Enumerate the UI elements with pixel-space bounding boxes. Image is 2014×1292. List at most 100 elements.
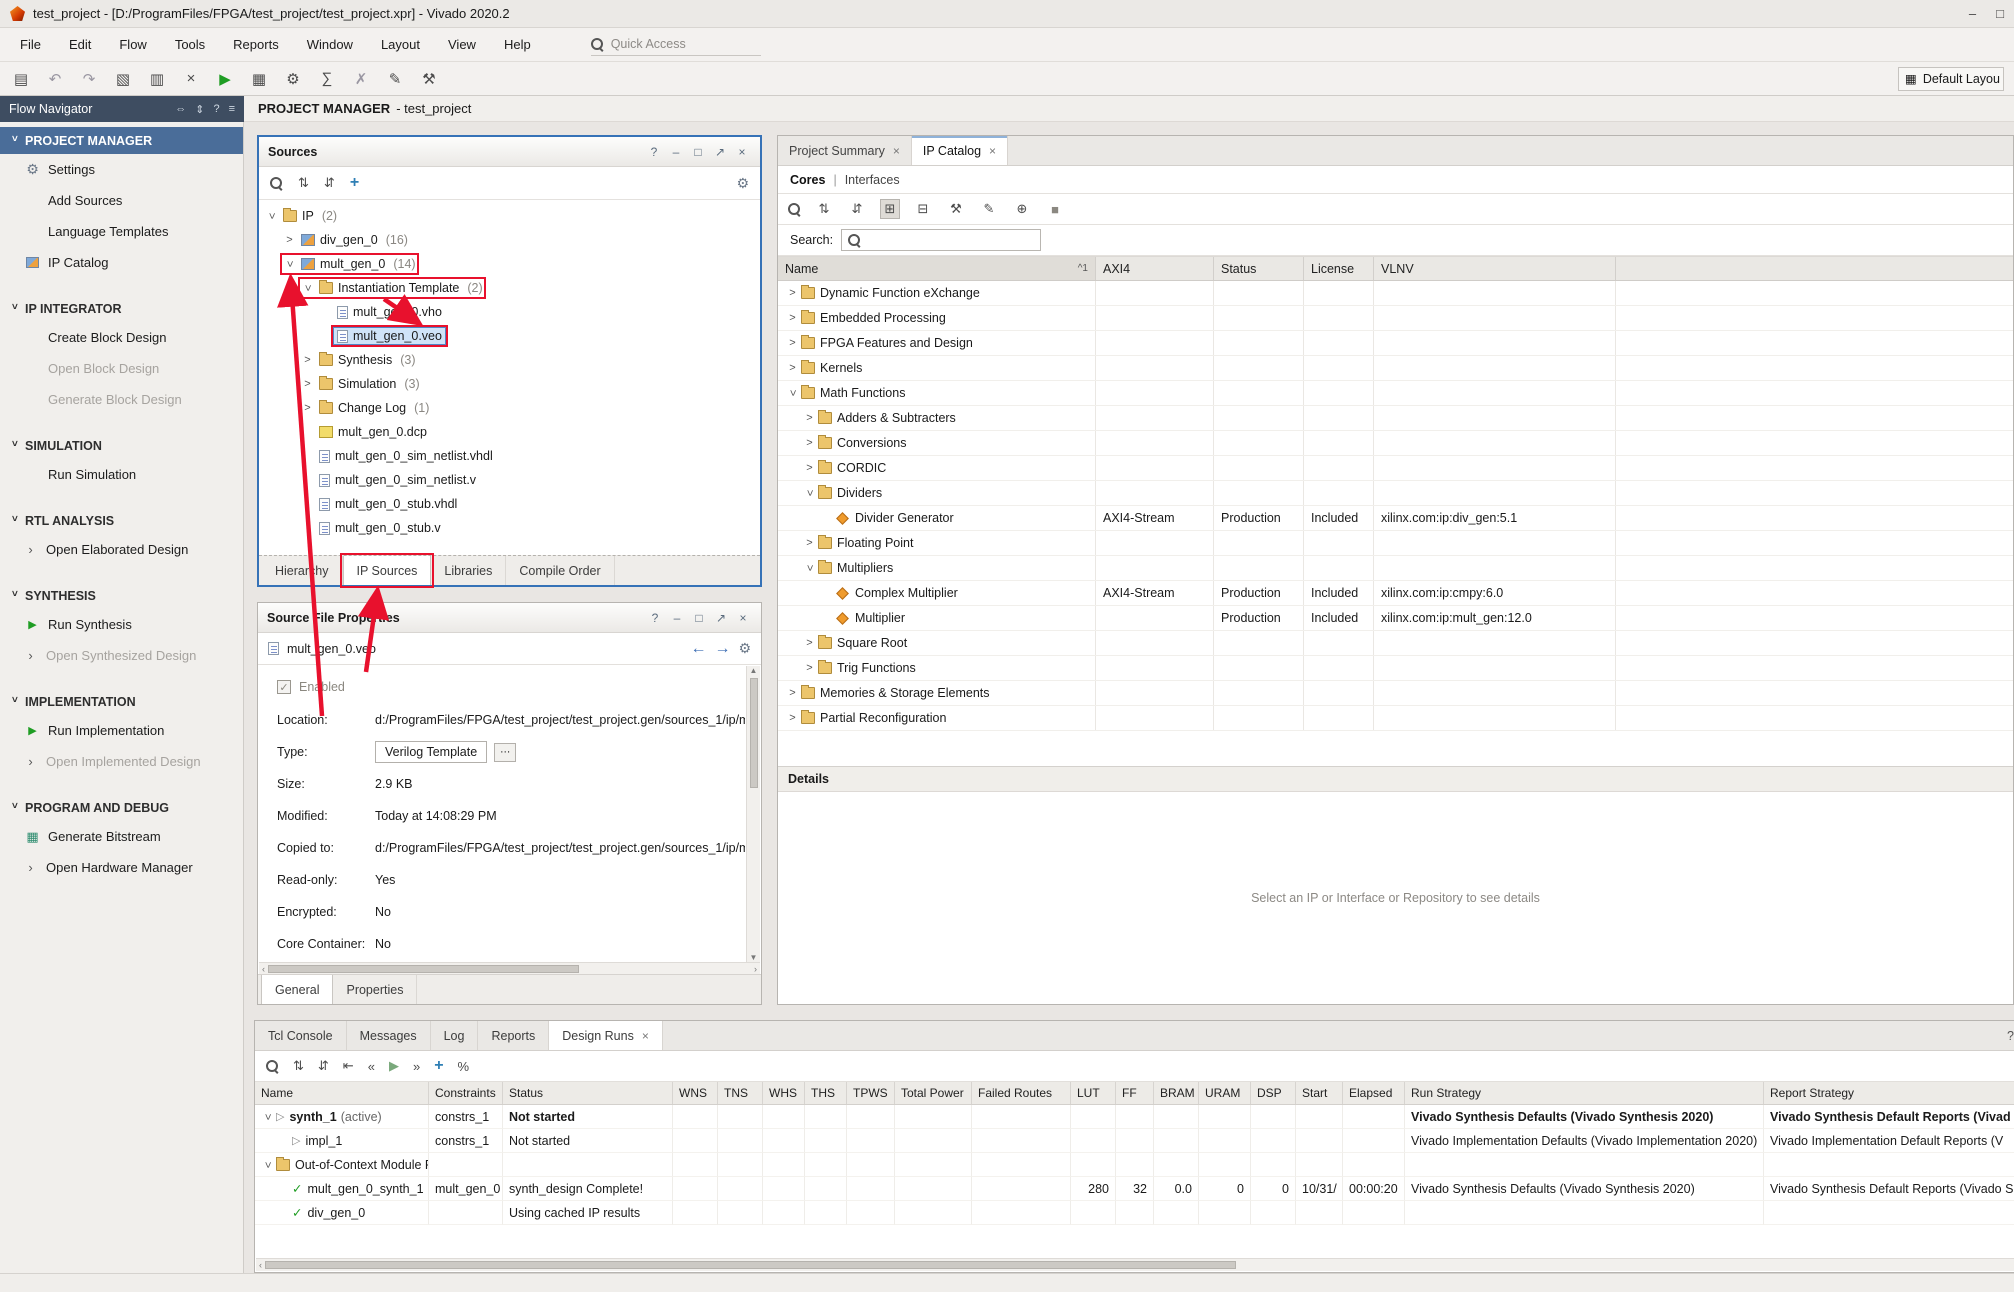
chevron-collapsed-icon[interactable]: >	[803, 662, 816, 674]
nav-item-create-block-design[interactable]: Create Block Design	[0, 322, 243, 353]
source-item-ip[interactable]: >IP(2)	[259, 204, 760, 228]
close-icon[interactable]: ×	[893, 144, 900, 158]
menu-item-tools[interactable]: Tools	[161, 32, 219, 57]
source-item-mult-gen-0-stub-v[interactable]: mult_gen_0_stub.v	[259, 516, 760, 540]
runs-column-failed-routes[interactable]: Failed Routes	[972, 1082, 1071, 1104]
tab-ip-catalog[interactable]: IP Catalog×	[912, 136, 1008, 165]
gear-icon[interactable]: ⚙	[736, 175, 749, 192]
ip-row-dynamic-function-exchange[interactable]: >Dynamic Function eXchange	[778, 281, 2013, 306]
nav-item-open-hardware-manager[interactable]: ›Open Hardware Manager	[0, 852, 243, 883]
hierarchy-view-icon[interactable]: ⊞	[880, 199, 900, 219]
menu-item-help[interactable]: Help	[490, 32, 545, 57]
runs-column-constraints[interactable]: Constraints	[429, 1082, 503, 1104]
run-row-impl-1[interactable]: ▷impl_1constrs_1Not startedVivado Implem…	[255, 1129, 2014, 1153]
nav-section-header-ip-integrator[interactable]: >IP INTEGRATOR	[0, 295, 243, 322]
chevron-collapsed-icon[interactable]: >	[301, 402, 314, 414]
quick-access-search[interactable]: Quick Access	[591, 34, 761, 56]
nav-item-run-implementation[interactable]: ▶Run Implementation	[0, 715, 243, 746]
scroll-left-icon[interactable]: ‹	[256, 1260, 265, 1270]
maximize-button[interactable]: □	[1996, 6, 2004, 21]
runs-column-wns[interactable]: WNS	[673, 1082, 718, 1104]
chevron-expanded-icon[interactable]: >	[787, 387, 799, 400]
runs-column-start[interactable]: Start	[1296, 1082, 1343, 1104]
edit-pencil-icon[interactable]: ✎	[979, 199, 999, 219]
source-item-change-log[interactable]: >Change Log(1)	[259, 396, 760, 420]
scroll-down-icon[interactable]: ▼	[750, 953, 758, 962]
back-icon[interactable]: ←	[690, 640, 706, 658]
ip-row-square-root[interactable]: >Square Root	[778, 631, 2013, 656]
column-header-vlnv[interactable]: VLNV	[1374, 257, 1616, 280]
minimize-icon[interactable]: –	[668, 611, 686, 625]
undo-icon[interactable]: ↶	[44, 68, 66, 90]
ip-row-conversions[interactable]: >Conversions	[778, 431, 2013, 456]
runs-column-uram[interactable]: URAM	[1199, 1082, 1251, 1104]
chevron-expanded-icon[interactable]: >	[284, 258, 296, 271]
collapse-all-icon[interactable]: ⇅	[814, 199, 834, 219]
chevron-collapsed-icon[interactable]: >	[786, 337, 799, 349]
gear-icon[interactable]: ⚙	[738, 640, 751, 657]
source-item-mult-gen-0-vho[interactable]: mult_gen_0.vho	[259, 300, 760, 324]
enabled-checkbox[interactable]: ✓	[277, 680, 291, 694]
chevron-expanded-icon[interactable]: >	[262, 1158, 274, 1171]
expand-all-icon[interactable]: ⇵	[324, 175, 335, 191]
runs-column-status[interactable]: Status	[503, 1082, 673, 1104]
layout-selector[interactable]: ▦ Default Layou	[1898, 67, 2004, 91]
column-header-status[interactable]: Status	[1214, 257, 1304, 280]
chevron-expanded-icon[interactable]: >	[804, 562, 816, 575]
close-icon[interactable]: ×	[989, 144, 996, 158]
runs-column-bram[interactable]: BRAM	[1154, 1082, 1199, 1104]
run-row-synth-1[interactable]: >▷synth_1(active)constrs_1Not startedViv…	[255, 1105, 2014, 1129]
tab-general[interactable]: General	[261, 975, 333, 1004]
menu-item-reports[interactable]: Reports	[219, 32, 293, 57]
ip-row-embedded-processing[interactable]: >Embedded Processing	[778, 306, 2013, 331]
first-run-icon[interactable]: ⇤	[343, 1058, 354, 1074]
delete-icon[interactable]: ×	[180, 68, 202, 90]
settings-gear-icon[interactable]: ⚙	[282, 68, 304, 90]
maximize-icon[interactable]: □	[690, 611, 708, 625]
runs-column-tns[interactable]: TNS	[718, 1082, 763, 1104]
close-icon[interactable]: ×	[733, 145, 751, 159]
expand-all-icon[interactable]: ⇵	[318, 1058, 329, 1074]
vertical-scrollbar[interactable]: ▲ ▼	[746, 666, 760, 962]
source-item-instantiation-template[interactable]: >Instantiation Template(2)	[259, 276, 760, 300]
scrollbar-thumb[interactable]	[265, 1261, 1236, 1269]
chevron-collapsed-icon[interactable]: >	[786, 287, 799, 299]
ip-row-multipliers[interactable]: >Multipliers	[778, 556, 2013, 581]
source-item-mult-gen-0-stub-vhdl[interactable]: mult_gen_0_stub.vhdl	[259, 492, 760, 516]
chevron-collapsed-icon[interactable]: >	[803, 437, 816, 449]
nav-item-run-simulation[interactable]: Run Simulation	[0, 459, 243, 490]
chevron-expanded-icon[interactable]: >	[804, 487, 816, 500]
nav-section-header-implementation[interactable]: >IMPLEMENTATION	[0, 688, 243, 715]
dashboard-icon[interactable]: ▦	[248, 68, 270, 90]
nav-section-header-synthesis[interactable]: >SYNTHESIS	[0, 582, 243, 609]
tab-properties[interactable]: Properties	[333, 975, 417, 1004]
run-icon[interactable]: ▶	[389, 1058, 399, 1074]
nav-item-open-elaborated-design[interactable]: ›Open Elaborated Design	[0, 534, 243, 565]
column-header-license[interactable]: License	[1304, 257, 1374, 280]
run-row-div-gen-0[interactable]: ✓div_gen_0Using cached IP results	[255, 1201, 2014, 1225]
runs-column-dsp[interactable]: DSP	[1251, 1082, 1296, 1104]
tab-tcl-console[interactable]: Tcl Console	[255, 1021, 347, 1050]
help-icon[interactable]: ?	[213, 103, 219, 116]
column-header-name[interactable]: Name ^1	[778, 257, 1096, 280]
nav-item-run-synthesis[interactable]: ▶Run Synthesis	[0, 609, 243, 640]
chevron-collapsed-icon[interactable]: >	[803, 462, 816, 474]
minimize-icon[interactable]: –	[667, 145, 685, 159]
resize-icon[interactable]: ⇕	[195, 103, 204, 116]
chevron-expanded-icon[interactable]: >	[266, 210, 278, 223]
runs-column-report-strategy[interactable]: Report Strategy	[1764, 1082, 2014, 1104]
tab-log[interactable]: Log	[431, 1021, 479, 1050]
source-item-mult-gen-0-veo[interactable]: mult_gen_0.veo	[259, 324, 760, 348]
source-item-mult-gen-0-dcp[interactable]: mult_gen_0.dcp	[259, 420, 760, 444]
sum-icon[interactable]: ∑	[316, 68, 338, 90]
source-item-mult-gen-0[interactable]: >mult_gen_0(14)	[259, 252, 760, 276]
save-icon[interactable]: ▤	[10, 68, 32, 90]
runs-column-name[interactable]: Name	[255, 1082, 429, 1104]
chevron-collapsed-icon[interactable]: >	[301, 378, 314, 390]
tab-compile-order[interactable]: Compile Order	[506, 556, 614, 585]
ip-row-floating-point[interactable]: >Floating Point	[778, 531, 2013, 556]
maximize-icon[interactable]: □	[689, 145, 707, 159]
runs-column-elapsed[interactable]: Elapsed	[1343, 1082, 1405, 1104]
search-icon[interactable]	[270, 177, 283, 190]
ip-row-fpga-features-and-design[interactable]: >FPGA Features and Design	[778, 331, 2013, 356]
